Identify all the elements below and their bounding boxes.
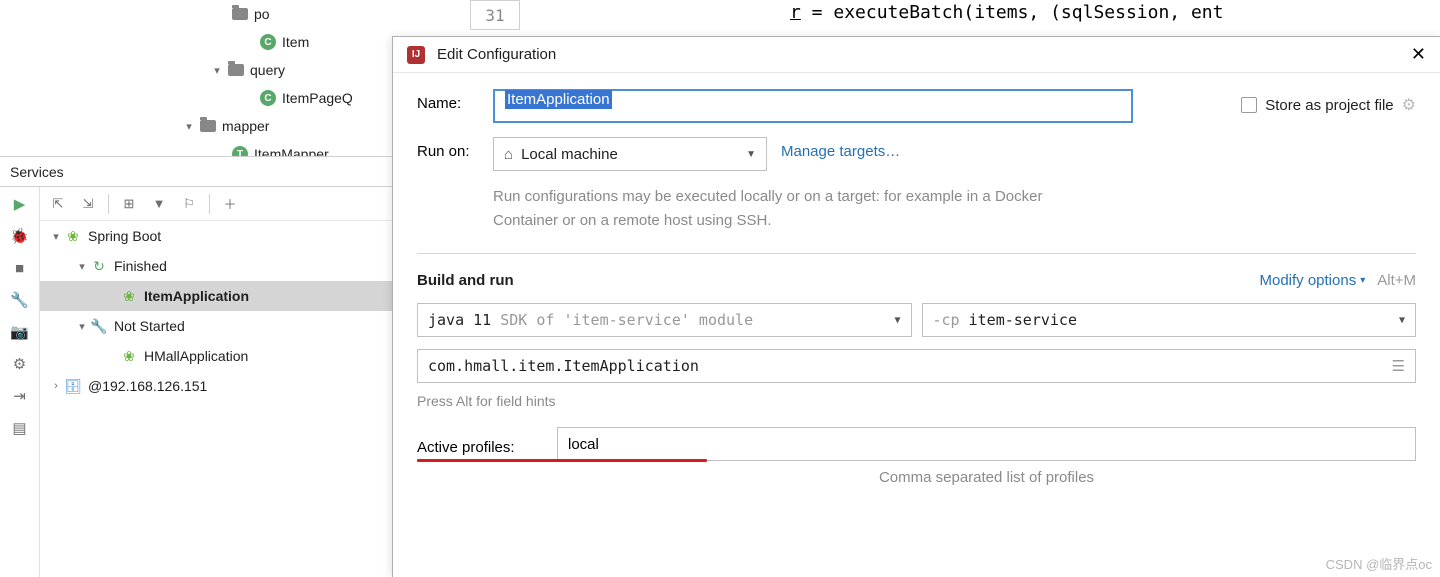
modify-options-link[interactable]: Modify options ▾ (1259, 272, 1365, 289)
tree-item[interactable]: po (0, 0, 390, 28)
dialog-titlebar: IJ Edit Configuration ✕ (393, 37, 1440, 73)
spring-icon: ❀ (120, 347, 138, 365)
bookmark-icon[interactable]: ⚐ (179, 194, 199, 214)
chevron-down-icon: ▾ (1360, 275, 1365, 286)
chevron-right-icon[interactable]: › (48, 380, 64, 392)
chevron-down-icon: ▼ (746, 149, 756, 160)
node-label: ItemApplication (144, 288, 249, 304)
watermark: CSDN @临界点oc (1326, 554, 1432, 573)
classpath-select[interactable]: -cp item-service ▼ (922, 303, 1417, 337)
main-class-input[interactable]: com.hmall.item.ItemApplication ☰ (417, 349, 1416, 383)
store-label: Store as project file (1265, 97, 1393, 114)
chevron-down-icon: ▼ (894, 315, 900, 326)
runon-label: Run on: (417, 137, 493, 160)
tree-label: mapper (222, 118, 269, 134)
spring-icon: ❀ (120, 287, 138, 305)
spring-icon: ❀ (64, 227, 82, 245)
active-profiles-input[interactable] (557, 427, 1416, 461)
wrench-icon: 🔧 (90, 317, 108, 335)
close-icon[interactable]: ✕ (1411, 44, 1426, 65)
node-label: Spring Boot (88, 228, 161, 244)
chevron-down-icon[interactable]: ▾ (74, 260, 90, 273)
name-label: Name: (417, 89, 493, 112)
class-icon: C (260, 34, 276, 50)
node-label: Finished (114, 258, 167, 274)
class-icon: C (260, 90, 276, 106)
services-title: Services (10, 164, 64, 180)
shortcut-hint: Alt+M (1377, 272, 1416, 289)
layout-icon[interactable]: ▤ (9, 417, 31, 439)
wrench-icon[interactable]: 🔧 (9, 289, 31, 311)
store-as-project-file-checkbox[interactable] (1241, 97, 1257, 113)
services-side-toolbar: ▶ 🐞 ■ 🔧 📷 ⚙ ⇥ ▤ (0, 187, 40, 577)
node-label: HMallApplication (144, 348, 248, 364)
folder-icon (228, 64, 244, 76)
node-label: @192.168.126.151 (88, 378, 207, 394)
sdk-select[interactable]: java 11 SDK of 'item-service' module ▼ (417, 303, 912, 337)
runon-value: Local machine (521, 146, 618, 163)
collapse-all-icon[interactable]: ⇲ (78, 194, 98, 214)
active-profiles-label: Active profiles: (417, 433, 557, 456)
runon-hint: Run configurations may be executed local… (493, 185, 1053, 233)
tree-item[interactable]: C ItemPageQ (0, 84, 390, 112)
import-icon[interactable]: ⇥ (9, 385, 31, 407)
annotation-underline (417, 459, 707, 462)
project-tree: po C Item ▾ query C ItemPageQ ▾ mapper T… (0, 0, 390, 168)
folder-icon (200, 120, 216, 132)
gear-icon[interactable]: ⚙ (1402, 95, 1416, 115)
refresh-icon: ↻ (90, 257, 108, 275)
tree-label: Item (282, 34, 309, 50)
node-label: Not Started (114, 318, 185, 334)
code-line: r = executeBatch(items, (sqlSession, ent (790, 2, 1223, 23)
tree-item[interactable]: ▾ query (0, 56, 390, 84)
tree-label: ItemPageQ (282, 90, 353, 106)
stop-icon[interactable]: ■ (9, 257, 31, 279)
debug-icon[interactable]: 🐞 (9, 225, 31, 247)
edit-configuration-dialog: IJ Edit Configuration ✕ Name: ItemApplic… (392, 36, 1440, 577)
chevron-down-icon[interactable]: ▾ (210, 64, 224, 77)
add-icon[interactable]: ＋ (220, 194, 240, 214)
dialog-title: Edit Configuration (437, 46, 556, 63)
chevron-down-icon[interactable]: ▾ (182, 120, 196, 133)
chevron-down-icon: ▼ (1399, 315, 1405, 326)
manage-targets-link[interactable]: Manage targets… (781, 137, 900, 160)
name-input[interactable]: ItemApplication (493, 89, 1133, 123)
chevron-down-icon[interactable]: ▾ (74, 320, 90, 333)
filter-icon[interactable]: ▼ (149, 194, 169, 214)
tree-label: po (254, 6, 270, 22)
tree-item[interactable]: ▾ mapper (0, 112, 390, 140)
build-and-run-title: Build and run (417, 272, 514, 289)
home-icon: ⌂ (504, 146, 513, 163)
run-icon[interactable]: ▶ (9, 193, 31, 215)
expand-all-icon[interactable]: ⇱ (48, 194, 68, 214)
folder-icon (232, 8, 248, 20)
settings-icon[interactable]: ⚙ (9, 353, 31, 375)
database-icon: 🗄 (64, 377, 82, 395)
tree-label: query (250, 62, 285, 78)
profiles-hint: Comma separated list of profiles (557, 469, 1416, 486)
runon-select[interactable]: ⌂ Local machine ▼ (493, 137, 767, 171)
intellij-icon: IJ (407, 46, 425, 64)
field-hint: Press Alt for field hints (417, 393, 1416, 409)
tree-item[interactable]: C Item (0, 28, 390, 56)
list-icon[interactable]: ☰ (1392, 357, 1405, 375)
line-number: 31 (470, 0, 520, 30)
camera-icon[interactable]: 📷 (9, 321, 31, 343)
chevron-down-icon[interactable]: ▾ (48, 230, 64, 243)
group-icon[interactable]: ⊞ (119, 194, 139, 214)
